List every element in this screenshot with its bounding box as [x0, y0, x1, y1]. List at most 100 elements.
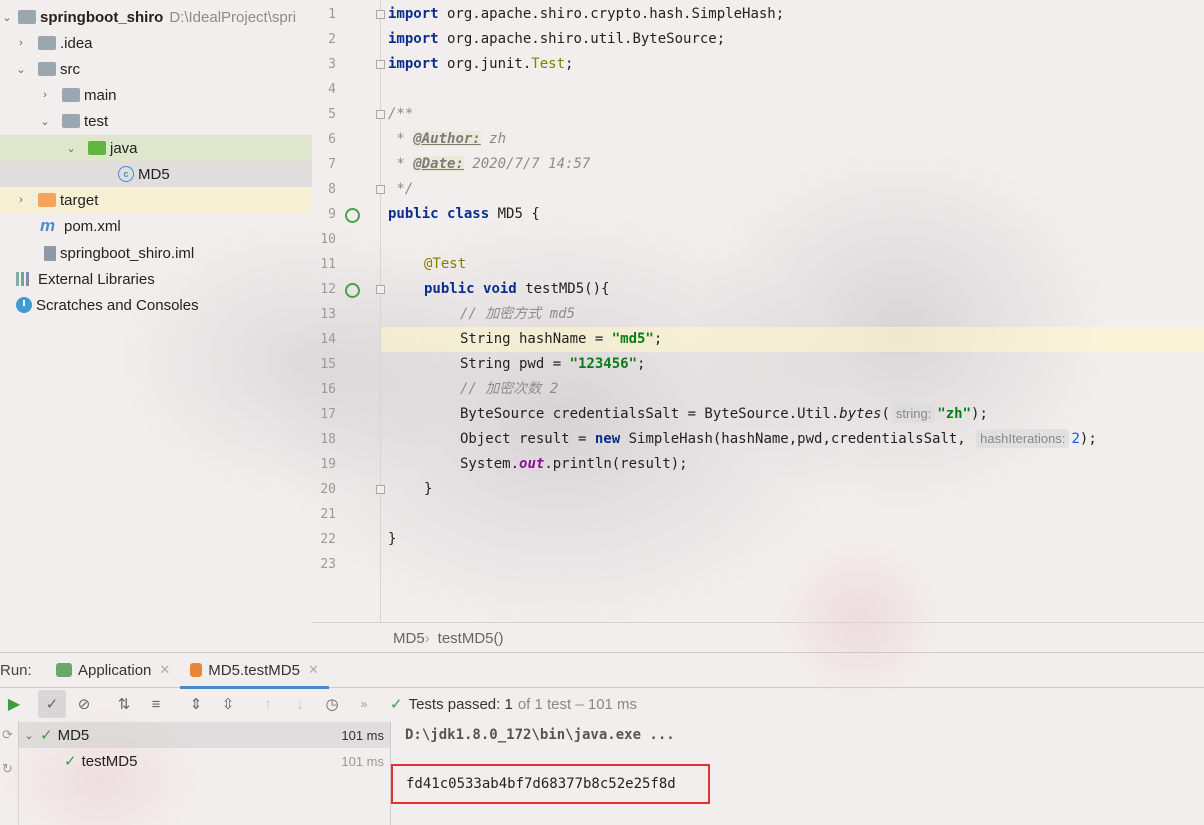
close-icon[interactable]: ✕	[308, 662, 319, 678]
code-line: Object result = new SimpleHash(hashName,…	[460, 427, 1097, 452]
tree-item-java[interactable]: ⌄ java	[0, 135, 312, 161]
tree-item-md5[interactable]: c MD5	[0, 161, 312, 187]
passed-icon: ✓	[64, 753, 77, 770]
rerun-icon[interactable]: ▶	[0, 690, 28, 718]
side-toolbar: ⟳ ↻	[0, 721, 19, 825]
run-toolbar: ▶ ✓ ⊘ ⇅ ≡ ⇕ ⇳ ↑ ↓ ◷ » ✓ Tests passed: 1 …	[0, 687, 1204, 721]
tree-item-src[interactable]: ⌄ src	[0, 56, 326, 82]
close-icon[interactable]: ✕	[159, 662, 170, 678]
tree-item-test[interactable]: ⌄ test	[0, 108, 350, 134]
tree-item-label: Scratches and Consoles	[36, 296, 199, 314]
console-output[interactable]: D:\jdk1.8.0_172\bin\java.exe ... fd41c05…	[391, 721, 1204, 825]
code-line: }	[424, 481, 433, 497]
chevron-down-icon[interactable]: ⌄	[64, 142, 78, 155]
code-editor[interactable]: import org.apache.shiro.crypto.hash.Simp…	[381, 0, 1204, 622]
root-name: springboot_shiro	[40, 8, 164, 26]
line-number: 19	[320, 457, 336, 472]
collapse-all-icon[interactable]: ⇳	[214, 690, 242, 718]
code-text: org.apache.shiro.util.ByteSource;	[438, 31, 726, 47]
number-literal: 2	[1071, 431, 1080, 447]
line-number: 16	[320, 382, 336, 397]
tab-label: MD5.testMD5	[208, 661, 300, 679]
code-text: MD5 {	[489, 206, 540, 222]
code-text: *	[388, 156, 414, 172]
line-number: 23	[320, 557, 336, 572]
tree-item-label: springboot_shiro.iml	[60, 244, 195, 262]
breadcrumb-class[interactable]: MD5	[393, 630, 425, 647]
tab-md5-testmd5[interactable]: MD5.testMD5 ✕	[180, 655, 329, 689]
code-line: String pwd = "123456";	[460, 352, 645, 377]
show-ignored-icon[interactable]: ⊘	[70, 690, 98, 718]
line-number: 9	[328, 207, 336, 222]
tree-item-scratches[interactable]: Scratches and Consoles	[0, 292, 328, 318]
tree-item-iml[interactable]: springboot_shiro.iml	[0, 240, 356, 266]
tree-item-label: .idea	[60, 34, 93, 52]
status-suffix: of 1 test – 101 ms	[517, 695, 638, 713]
root-path: D:\IdealProject\spri	[169, 8, 297, 26]
parameter-hint: hashIterations:	[976, 429, 1070, 448]
more-icon[interactable]: »	[350, 690, 378, 718]
run-label: Run:	[0, 661, 32, 679]
tree-item-label: main	[84, 86, 117, 104]
console-command: D:\jdk1.8.0_172\bin\java.exe ...	[405, 727, 675, 743]
code-text: ;	[637, 356, 646, 372]
chevron-down-icon[interactable]: ⌄	[18, 729, 40, 742]
code-line: * @Author: zh	[388, 127, 506, 152]
code-text: *	[388, 131, 414, 147]
keyword: class	[447, 206, 490, 222]
breadcrumb: MD5 › testMD5()	[312, 622, 1204, 653]
chevron-right-icon[interactable]: ›	[38, 89, 52, 101]
scratches-icon	[16, 297, 32, 313]
tree-item-label: src	[60, 60, 80, 78]
next-failed-icon[interactable]: ↓	[286, 690, 314, 718]
code-line: }	[388, 531, 397, 547]
tree-item-main[interactable]: › main	[0, 82, 350, 108]
chevron-down-icon[interactable]: ⌄	[0, 11, 14, 24]
folder-icon	[62, 88, 80, 102]
tree-item-pom[interactable]: m pom.xml	[0, 213, 352, 239]
code-text: Test	[531, 56, 566, 72]
code-line: @Test	[424, 256, 467, 272]
chevron-right-icon[interactable]: ›	[14, 37, 28, 49]
run-class-icon[interactable]	[345, 208, 360, 223]
chevron-down-icon[interactable]: ⌄	[38, 115, 52, 128]
code-text: ByteSource credentialsSalt = ByteSource.…	[460, 406, 840, 422]
sort-by-duration-icon[interactable]: ≡	[142, 690, 170, 718]
parameter-hint: string:	[891, 404, 936, 423]
sort-alphabetically-icon[interactable]: ⇅	[110, 690, 138, 718]
show-passed-icon[interactable]: ✓	[38, 690, 66, 718]
test-suite-label: MD5	[57, 726, 90, 744]
tests-status: ✓ Tests passed: 1 of 1 test – 101 ms	[390, 695, 638, 714]
breadcrumb-method[interactable]: testMD5()	[438, 630, 504, 647]
tree-item-target[interactable]: › target	[0, 187, 312, 213]
keyword: public	[424, 281, 475, 297]
excluded-folder-icon	[38, 193, 56, 207]
line-number: 22	[320, 532, 336, 547]
code-line: import org.junit.Test;	[388, 52, 573, 77]
rerun-failed-icon[interactable]: ↻	[2, 761, 13, 777]
line-number: 14	[320, 332, 336, 347]
line-number: 5	[328, 107, 336, 122]
line-number: 6	[328, 132, 336, 147]
previous-failed-icon[interactable]: ↑	[254, 690, 282, 718]
tree-item-label: target	[60, 191, 99, 209]
test-folder-icon	[88, 141, 106, 155]
line-number: 21	[320, 507, 336, 522]
code-line: public class MD5 {	[388, 202, 540, 227]
tree-root[interactable]: ⌄ springboot_shiro D:\IdealProject\spri	[0, 4, 312, 30]
line-number: 2	[328, 32, 336, 47]
folder-icon	[62, 114, 80, 128]
run-test-icon[interactable]	[345, 283, 360, 298]
chevron-right-icon[interactable]: ›	[14, 194, 28, 206]
stop-icon[interactable]: ⟳	[2, 727, 13, 743]
expand-all-icon[interactable]: ⇕	[182, 690, 210, 718]
test-suite-row[interactable]: ⌄ ✓ MD5 101 ms	[18, 722, 390, 748]
chevron-down-icon[interactable]: ⌄	[14, 63, 28, 76]
tree-item-idea[interactable]: › .idea	[0, 30, 326, 56]
tree-item-external-libraries[interactable]: External Libraries	[0, 266, 328, 292]
tab-application[interactable]: Application ✕	[46, 653, 180, 687]
history-icon[interactable]: ◷	[318, 690, 346, 718]
keyword: public	[388, 206, 439, 222]
test-case-row[interactable]: ✓ testMD5 101 ms	[18, 748, 390, 774]
line-number: 18	[320, 432, 336, 447]
